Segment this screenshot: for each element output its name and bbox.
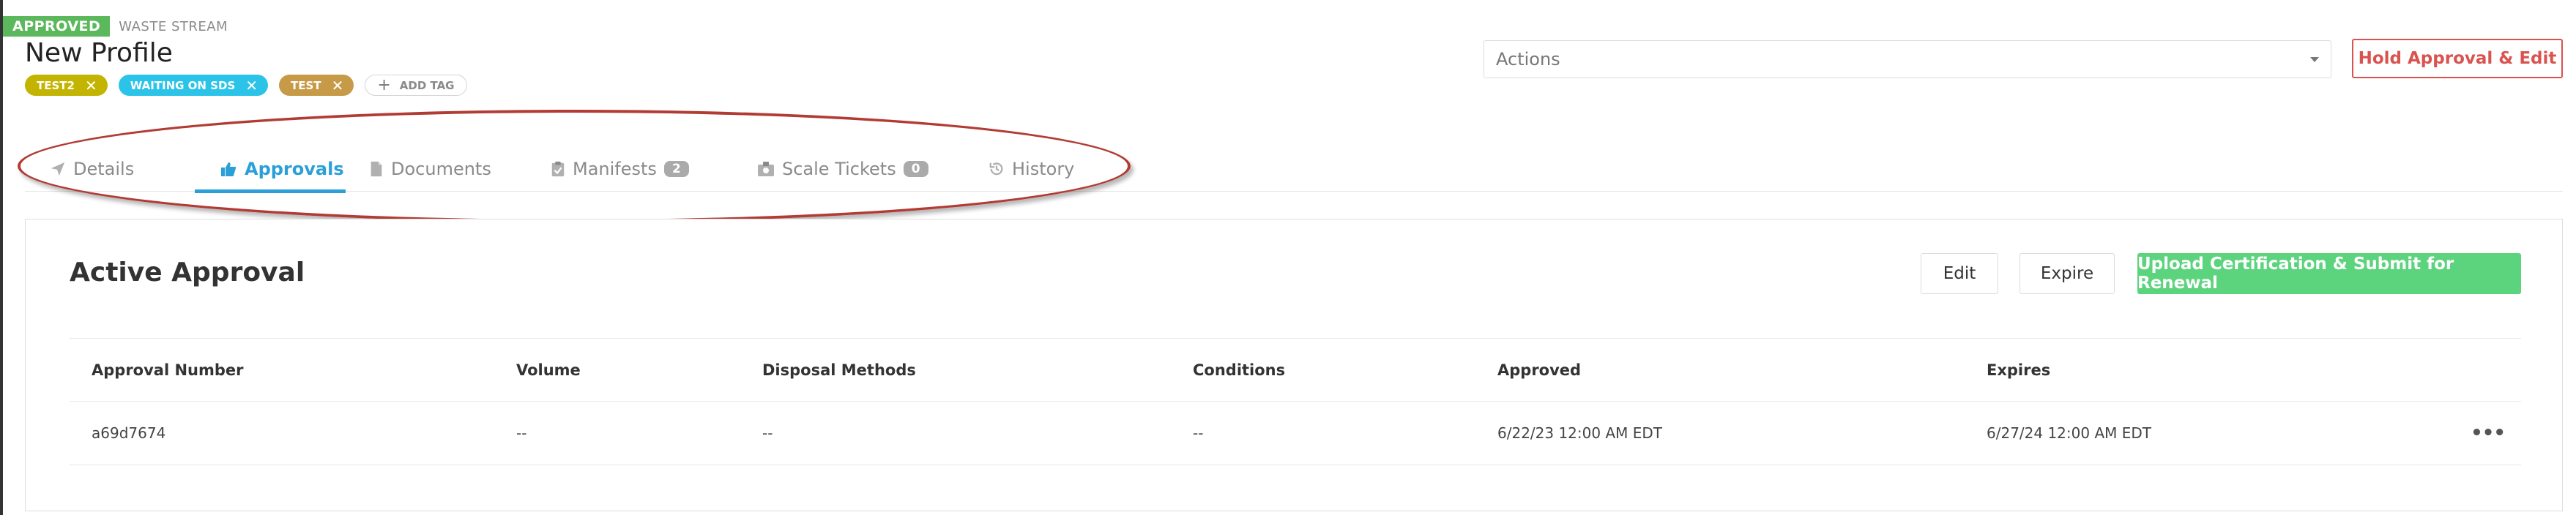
expires-date-cell: 6/27/24 12:00 AM EDT <box>1987 424 2151 442</box>
tab-label: Manifests <box>573 159 657 179</box>
tab-history[interactable]: History <box>989 146 1074 192</box>
tab-approvals[interactable]: Approvals <box>195 146 346 193</box>
tag-label: TEST <box>291 78 321 92</box>
active-approval-panel: Active Approval Edit Expire Upload Certi… <box>25 219 2563 511</box>
add-tag-label: ADD TAG <box>399 78 455 92</box>
window-left-edge <box>0 0 3 515</box>
column-header: Approval Number <box>92 361 244 379</box>
actions-select-value: Actions <box>1496 49 1560 69</box>
approval-number-cell: a69d7674 <box>92 424 166 442</box>
chevron-down-icon <box>2310 57 2319 62</box>
scale-tickets-count-badge: 0 <box>903 161 928 177</box>
hold-approval-edit-button[interactable]: Hold Approval & Edit <box>2352 39 2563 78</box>
tab-label: Scale Tickets <box>782 159 896 179</box>
conditions-cell: -- <box>1193 424 1204 442</box>
tag-label: WAITING ON SDS <box>130 78 236 92</box>
column-header: Disposal Methods <box>762 361 916 379</box>
status-row: APPROVED WASTE STREAM <box>3 16 228 37</box>
tab-scale-tickets[interactable]: Scale Tickets 0 <box>757 146 928 192</box>
column-header: Expires <box>1987 361 2051 379</box>
status-badge: APPROVED <box>3 16 111 37</box>
tab-label: Approvals <box>245 159 344 179</box>
remove-tag-icon[interactable]: ✕ <box>85 78 97 93</box>
section-title: Active Approval <box>70 258 305 287</box>
remove-tag-icon[interactable]: ✕ <box>245 78 258 93</box>
tab-label: Details <box>73 159 135 179</box>
approvals-table: Approval Number Volume Disposal Methods … <box>70 338 2521 465</box>
remove-tag-icon[interactable]: ✕ <box>332 78 344 93</box>
expire-button[interactable]: Expire <box>2020 253 2115 294</box>
column-header: Approved <box>1497 361 1582 379</box>
tab-manifests[interactable]: Manifests 2 <box>551 146 689 192</box>
tab-details[interactable]: Details <box>50 146 134 192</box>
tag-chip[interactable]: TEST ✕ <box>279 75 354 96</box>
plus-icon: + <box>377 76 391 94</box>
more-options-icon[interactable]: ••• <box>2471 402 2506 465</box>
clipboard-check-icon <box>551 161 565 177</box>
tab-label: Documents <box>391 159 491 179</box>
thumbs-up-icon <box>220 160 237 178</box>
column-header: Volume <box>516 361 581 379</box>
paper-plane-icon <box>50 161 66 177</box>
history-icon <box>989 161 1005 177</box>
volume-cell: -- <box>516 424 527 442</box>
upload-certification-button[interactable]: Upload Certification & Submit for Renewa… <box>2137 253 2521 294</box>
tag-label: TEST2 <box>37 78 75 92</box>
table-row: a69d7674 -- -- -- 6/22/23 12:00 AM EDT 6… <box>70 401 2521 465</box>
edit-button[interactable]: Edit <box>1921 253 1998 294</box>
file-icon <box>369 161 384 177</box>
stream-type-label: WASTE STREAM <box>119 18 228 34</box>
tag-chip[interactable]: WAITING ON SDS ✕ <box>118 75 269 96</box>
page-title: New Profile <box>25 38 173 68</box>
tab-documents[interactable]: Documents <box>369 146 491 192</box>
actions-select[interactable]: Actions <box>1484 40 2331 78</box>
manifests-count-badge: 2 <box>663 161 689 177</box>
add-tag-button[interactable]: + ADD TAG <box>365 75 467 96</box>
disposal-methods-cell: -- <box>762 424 773 442</box>
tab-bar: Details Approvals Documents Manifests 2 … <box>25 146 2563 193</box>
table-header-row: Approval Number Volume Disposal Methods … <box>70 338 2521 401</box>
column-header: Conditions <box>1193 361 1286 379</box>
tag-list: TEST2 ✕ WAITING ON SDS ✕ TEST ✕ + ADD TA… <box>25 75 467 96</box>
tag-chip[interactable]: TEST2 ✕ <box>25 75 108 96</box>
ticket-icon <box>757 161 775 177</box>
tab-label: History <box>1012 159 1075 179</box>
approved-date-cell: 6/22/23 12:00 AM EDT <box>1497 424 1662 442</box>
